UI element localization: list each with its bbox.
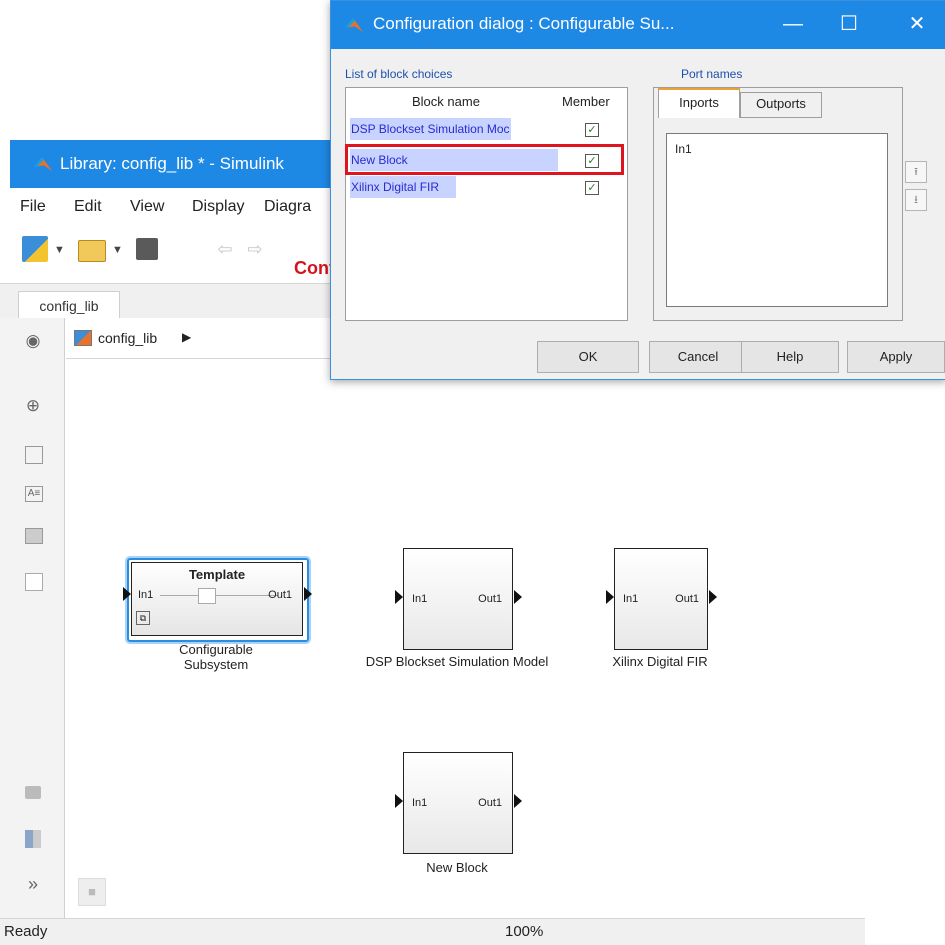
configurable-subsystem-label: Configurable Subsystem <box>131 642 301 672</box>
in1-port-label: In1 <box>623 593 639 605</box>
fit-view-icon[interactable] <box>25 446 43 464</box>
member-checkbox-xilinx[interactable]: ✓ <box>585 181 599 195</box>
in1-port-label: In1 <box>412 593 428 605</box>
out-port-arrow[interactable] <box>304 587 312 601</box>
save-icon[interactable] <box>136 238 158 260</box>
dialog-titlebar[interactable]: Configuration dialog : Configurable Su..… <box>331 1 945 49</box>
tab-outports[interactable]: Outports <box>740 92 822 118</box>
zoom-icon[interactable]: ⊕ <box>23 396 43 416</box>
row-name: Xilinx Digital FIR <box>350 176 456 198</box>
image-icon[interactable] <box>25 528 43 544</box>
configuration-dialog: Configuration dialog : Configurable Su..… <box>330 0 945 380</box>
in-port-arrow[interactable] <box>395 590 403 604</box>
tab-config-lib[interactable]: config_lib <box>18 291 120 320</box>
library-model-icon <box>74 330 92 346</box>
column-header-member[interactable]: Member <box>562 94 610 109</box>
inner-block-icon <box>198 588 216 604</box>
inport-names-textarea[interactable]: In1 <box>666 133 888 307</box>
xilinx-fir-label: Xilinx Digital FIR <box>612 654 708 669</box>
back-arrow-icon[interactable]: ⇦ <box>212 236 238 262</box>
minimize-icon[interactable]: — <box>773 7 813 41</box>
inport-name-value: In1 <box>675 142 692 156</box>
menu-diagram[interactable]: Diagra <box>264 198 311 216</box>
member-checkbox-dsp[interactable]: ✓ <box>585 123 599 137</box>
list-row-xilinx[interactable]: Xilinx Digital FIR ✓ <box>348 176 624 198</box>
move-up-icon[interactable]: ⭱ <box>905 161 927 183</box>
matlab-logo-icon <box>34 157 52 171</box>
column-header-block-name[interactable]: Block name <box>412 94 480 109</box>
cancel-button[interactable]: Cancel <box>649 341 747 373</box>
in1-port-label: In1 <box>138 589 154 601</box>
block-label-line-1: Configurable <box>179 642 253 657</box>
in1-port-label: In1 <box>412 797 428 809</box>
tab-inports[interactable]: Inports <box>658 88 740 118</box>
out-port-arrow[interactable] <box>709 590 717 604</box>
zoom-level: 100% <box>505 923 544 940</box>
menu-file[interactable]: File <box>20 198 46 216</box>
status-text: Ready <box>4 923 48 940</box>
ports-group-label: Port names <box>681 67 743 81</box>
status-bar: Ready 100% <box>0 918 865 945</box>
breadcrumb-config-lib[interactable]: config_lib <box>98 330 157 346</box>
matlab-logo-icon <box>345 18 363 32</box>
port-names-panel: Inports Outports In1 <box>653 87 903 321</box>
ok-button[interactable]: OK <box>537 341 639 373</box>
out1-port-label: Out1 <box>675 593 699 605</box>
template-label: Template <box>188 567 246 582</box>
link-badge-icon: ⧉ <box>136 611 150 625</box>
dsp-blockset-label: DSP Blockset Simulation Model <box>365 654 549 669</box>
left-palette: ◉ ⊕ A≡ » <box>0 318 65 918</box>
apply-button[interactable]: Apply <box>847 341 945 373</box>
maximize-icon[interactable]: ☐ <box>829 7 869 41</box>
menu-edit[interactable]: Edit <box>74 198 102 216</box>
out1-port-label: Out1 <box>478 593 502 605</box>
block-label-line-2: Subsystem <box>183 657 249 672</box>
block-choices-list: Block name Member DSP Blockset Simulatio… <box>345 87 628 321</box>
breadcrumb-chevron-icon[interactable]: ▶ <box>182 330 191 344</box>
new-block[interactable]: In1 Out1 <box>395 752 522 854</box>
screenshot-icon[interactable] <box>25 786 41 799</box>
new-block-label: New Block <box>426 860 488 875</box>
configurable-subsystem-block[interactable]: Template In1 Out1 ⧉ <box>123 562 312 636</box>
connector-line <box>160 595 278 596</box>
expand-palette-icon[interactable]: » <box>23 874 43 894</box>
area-icon[interactable] <box>25 573 43 591</box>
dsp-blockset-block[interactable]: In1 Out1 <box>395 548 522 650</box>
open-folder-icon[interactable] <box>78 240 106 262</box>
out-port-arrow[interactable] <box>514 794 522 808</box>
row-name: DSP Blockset Simulation Moc <box>350 118 511 140</box>
list-group-label: List of block choices <box>345 67 453 81</box>
new-model-icon[interactable] <box>22 236 48 262</box>
out1-port-label: Out1 <box>478 797 502 809</box>
in-port-arrow[interactable] <box>123 587 131 601</box>
in-port-arrow[interactable] <box>395 794 403 808</box>
move-down-icon[interactable]: ⭳ <box>905 189 927 211</box>
dialog-title: Configuration dialog : Configurable Su..… <box>373 14 675 33</box>
property-inspector-icon[interactable] <box>25 830 41 848</box>
library-window-title: Library: config_lib * - Simulink <box>60 154 284 173</box>
menu-display[interactable]: Display <box>192 198 244 216</box>
out1-port-label: Out1 <box>268 589 292 601</box>
in-port-arrow[interactable] <box>606 590 614 604</box>
highlight-annotation-box <box>345 144 624 175</box>
menu-view[interactable]: View <box>130 198 164 216</box>
open-dropdown-chevron-icon[interactable]: ▼ <box>112 244 123 256</box>
lock-icon[interactable]: ■ <box>78 878 106 906</box>
xilinx-fir-block[interactable]: In1 Out1 <box>606 548 717 650</box>
close-icon[interactable]: ✕ <box>897 7 937 41</box>
annotation-icon[interactable]: A≡ <box>25 486 43 502</box>
help-button[interactable]: Help <box>741 341 839 373</box>
new-dropdown-chevron-icon[interactable]: ▼ <box>54 244 65 256</box>
hide-browser-icon[interactable]: ◉ <box>23 331 43 351</box>
list-row-dsp[interactable]: DSP Blockset Simulation Moc ✓ <box>348 118 624 140</box>
out-port-arrow[interactable] <box>514 590 522 604</box>
